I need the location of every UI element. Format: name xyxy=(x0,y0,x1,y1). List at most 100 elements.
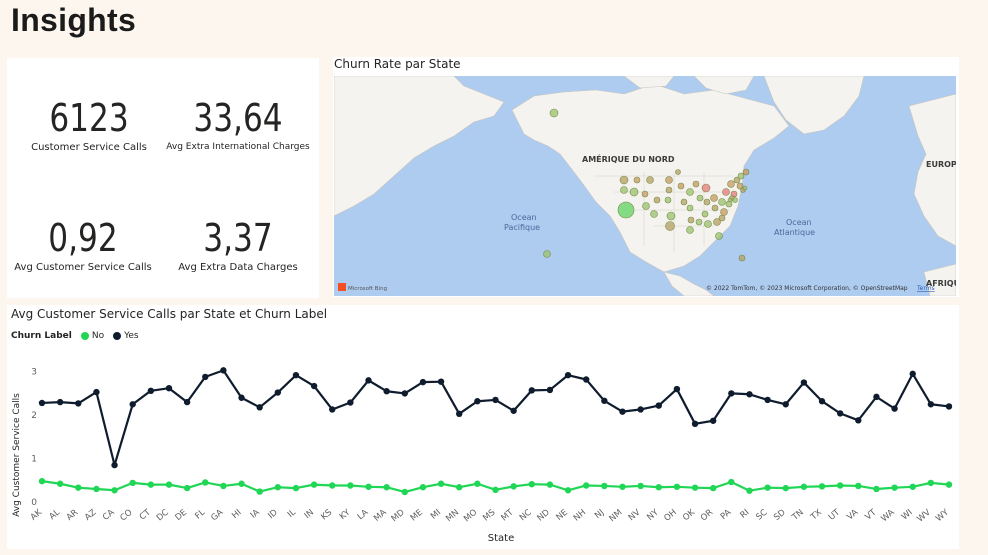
data-point-no-ky[interactable] xyxy=(347,482,354,489)
data-point-yes-nd[interactable] xyxy=(546,386,554,394)
data-point-yes-oh[interactable] xyxy=(673,385,681,393)
bubble-tn[interactable] xyxy=(701,210,709,218)
bubble-me[interactable] xyxy=(742,168,750,176)
data-point-no-ma[interactable] xyxy=(383,484,390,491)
data-point-no-ne[interactable] xyxy=(564,487,572,494)
data-point-yes-de[interactable] xyxy=(183,398,191,406)
data-point-no-de[interactable] xyxy=(183,484,191,492)
data-point-yes-ms[interactable] xyxy=(492,396,499,404)
data-point-yes-nv[interactable] xyxy=(637,406,644,413)
data-point-no-nd[interactable] xyxy=(546,481,554,488)
data-point-no-tn[interactable] xyxy=(800,483,808,490)
bubble-ok[interactable] xyxy=(666,211,676,221)
bubble-ar[interactable] xyxy=(687,216,695,224)
bubble-sd[interactable] xyxy=(665,186,673,194)
data-point-yes-id[interactable] xyxy=(274,389,282,396)
bubble-ks[interactable] xyxy=(680,198,688,206)
data-point-yes-co[interactable] xyxy=(129,401,136,408)
data-point-no-md[interactable] xyxy=(401,488,408,496)
data-point-no-wa[interactable] xyxy=(891,484,898,491)
data-point-yes-ok[interactable] xyxy=(691,420,699,428)
data-point-no-ca[interactable] xyxy=(111,487,118,494)
data-point-no-me[interactable] xyxy=(419,484,427,491)
map-svg[interactable]: AMÉRIQUE DU NORD Ocean Pacifique Ocean A… xyxy=(334,76,956,296)
bubble-wi[interactable] xyxy=(692,180,700,188)
bubble-al[interactable] xyxy=(704,220,712,228)
data-point-yes-ak[interactable] xyxy=(38,399,46,407)
data-point-yes-wi[interactable] xyxy=(909,370,916,378)
data-point-no-wy[interactable] xyxy=(945,481,953,488)
data-point-no-mo[interactable] xyxy=(474,480,481,487)
bubble-mn[interactable] xyxy=(677,182,685,190)
bubble-la[interactable] xyxy=(686,226,694,234)
bubble-wa[interactable] xyxy=(619,175,629,185)
data-point-no-nc[interactable] xyxy=(528,480,535,488)
data-point-no-ar[interactable] xyxy=(75,484,82,491)
data-point-no-ok[interactable] xyxy=(691,484,699,491)
data-point-yes-dc[interactable] xyxy=(165,384,173,392)
bubble-tx[interactable] xyxy=(665,221,675,231)
data-point-yes-tn[interactable] xyxy=(800,379,808,386)
data-point-yes-ma[interactable] xyxy=(383,388,390,395)
bubble-ia[interactable] xyxy=(686,188,694,196)
bubble-pa[interactable] xyxy=(722,188,730,196)
data-point-no-tx[interactable] xyxy=(818,483,826,490)
bubble-nv[interactable] xyxy=(629,187,639,197)
data-point-no-nm[interactable] xyxy=(619,483,626,490)
data-point-yes-or[interactable] xyxy=(709,417,717,424)
data-point-no-sd[interactable] xyxy=(782,484,789,492)
data-point-yes-nj[interactable] xyxy=(601,397,608,404)
map-visual[interactable]: Churn Rate par State AMÉRIQUE DU NORD Oc… xyxy=(333,57,959,297)
data-point-no-ks[interactable] xyxy=(329,482,336,489)
data-point-no-fl[interactable] xyxy=(202,479,209,486)
bubble-ky[interactable] xyxy=(711,204,719,212)
data-point-yes-in[interactable] xyxy=(310,382,318,390)
line-chart-visual[interactable]: Avg Customer Service Calls par State et … xyxy=(7,305,959,549)
data-point-no-il[interactable] xyxy=(292,484,300,492)
data-point-no-mn[interactable] xyxy=(456,484,463,491)
bubble-mo[interactable] xyxy=(686,204,694,212)
bubble-nh[interactable] xyxy=(737,172,745,180)
data-point-no-id[interactable] xyxy=(274,484,282,491)
series-layer[interactable] xyxy=(38,367,953,496)
data-point-yes-az[interactable] xyxy=(93,388,100,396)
data-point-no-mi[interactable] xyxy=(437,480,445,487)
data-point-no-va[interactable] xyxy=(855,482,862,490)
data-point-no-ia[interactable] xyxy=(256,488,263,495)
bubble-in[interactable] xyxy=(703,198,711,206)
data-point-yes-ia[interactable] xyxy=(256,404,263,411)
kpi-card-avg-customer-service-calls[interactable]: 0,92 Avg Customer Service Calls xyxy=(5,216,161,273)
data-point-yes-pa[interactable] xyxy=(728,390,735,397)
data-point-yes-ga[interactable] xyxy=(220,367,227,374)
data-point-yes-sc[interactable] xyxy=(764,396,771,404)
data-point-no-ut[interactable] xyxy=(836,482,844,489)
series-yes[interactable] xyxy=(38,367,953,469)
bubble-or[interactable] xyxy=(620,186,628,194)
data-point-yes-la[interactable] xyxy=(365,377,372,384)
data-point-yes-ut[interactable] xyxy=(836,410,844,417)
bubble-sc[interactable] xyxy=(718,214,726,222)
data-point-no-ri[interactable] xyxy=(746,487,753,494)
data-point-yes-ks[interactable] xyxy=(329,406,336,413)
data-point-no-pa[interactable] xyxy=(728,478,735,486)
data-point-yes-ar[interactable] xyxy=(75,400,82,407)
data-point-no-hi[interactable] xyxy=(238,480,245,487)
data-point-yes-tx[interactable] xyxy=(818,398,826,405)
data-point-yes-ri[interactable] xyxy=(746,391,753,398)
data-point-no-oh[interactable] xyxy=(673,483,681,490)
data-point-no-nj[interactable] xyxy=(601,482,608,490)
bubble-hi[interactable] xyxy=(543,250,551,258)
bubble-nc[interactable] xyxy=(720,208,728,216)
data-point-yes-mt[interactable] xyxy=(510,407,517,414)
data-point-yes-mo[interactable] xyxy=(474,398,481,405)
bubble-il[interactable] xyxy=(696,194,704,202)
data-point-yes-hi[interactable] xyxy=(238,394,245,401)
data-point-no-wi[interactable] xyxy=(909,483,916,490)
data-point-yes-vt[interactable] xyxy=(873,393,880,401)
bubble-mt[interactable] xyxy=(646,176,654,184)
bubble-ms[interactable] xyxy=(695,218,703,226)
bubble-ne[interactable] xyxy=(664,196,672,204)
data-point-yes-wy[interactable] xyxy=(945,403,953,410)
bubble-ut[interactable] xyxy=(641,190,649,198)
data-point-no-mt[interactable] xyxy=(510,483,517,490)
